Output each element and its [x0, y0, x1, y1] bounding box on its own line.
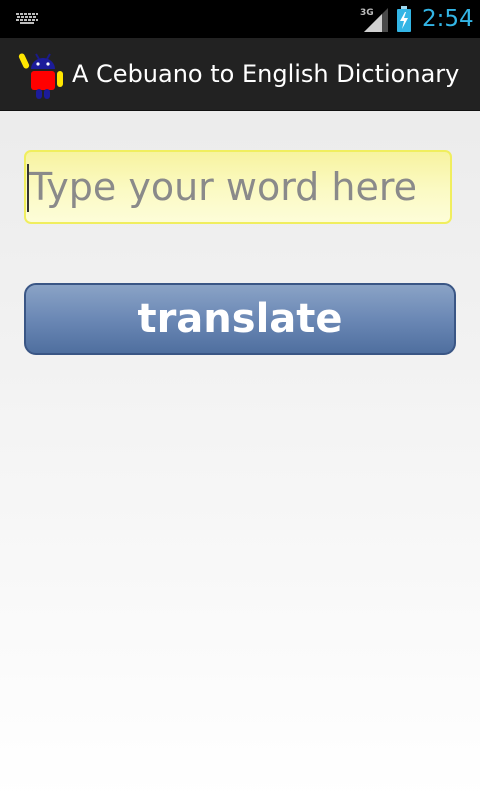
android-robot-icon [18, 53, 63, 99]
text-cursor [27, 164, 29, 212]
battery-charging-icon [397, 6, 411, 32]
translate-button[interactable]: translate [24, 283, 456, 355]
network-type-label: 3G [360, 8, 374, 18]
status-clock: 2:54 [422, 6, 474, 32]
status-bar: 3G 2:54 [0, 0, 480, 38]
app-screen: 3G 2:54 A Cebuano to English Dictionary … [0, 0, 480, 800]
app-title: A Cebuano to English Dictionary [72, 60, 460, 88]
action-bar: A Cebuano to English Dictionary [0, 38, 480, 111]
keyboard-icon [16, 13, 38, 24]
signal-icon: 3G [360, 8, 388, 32]
word-search-input[interactable] [24, 150, 452, 224]
